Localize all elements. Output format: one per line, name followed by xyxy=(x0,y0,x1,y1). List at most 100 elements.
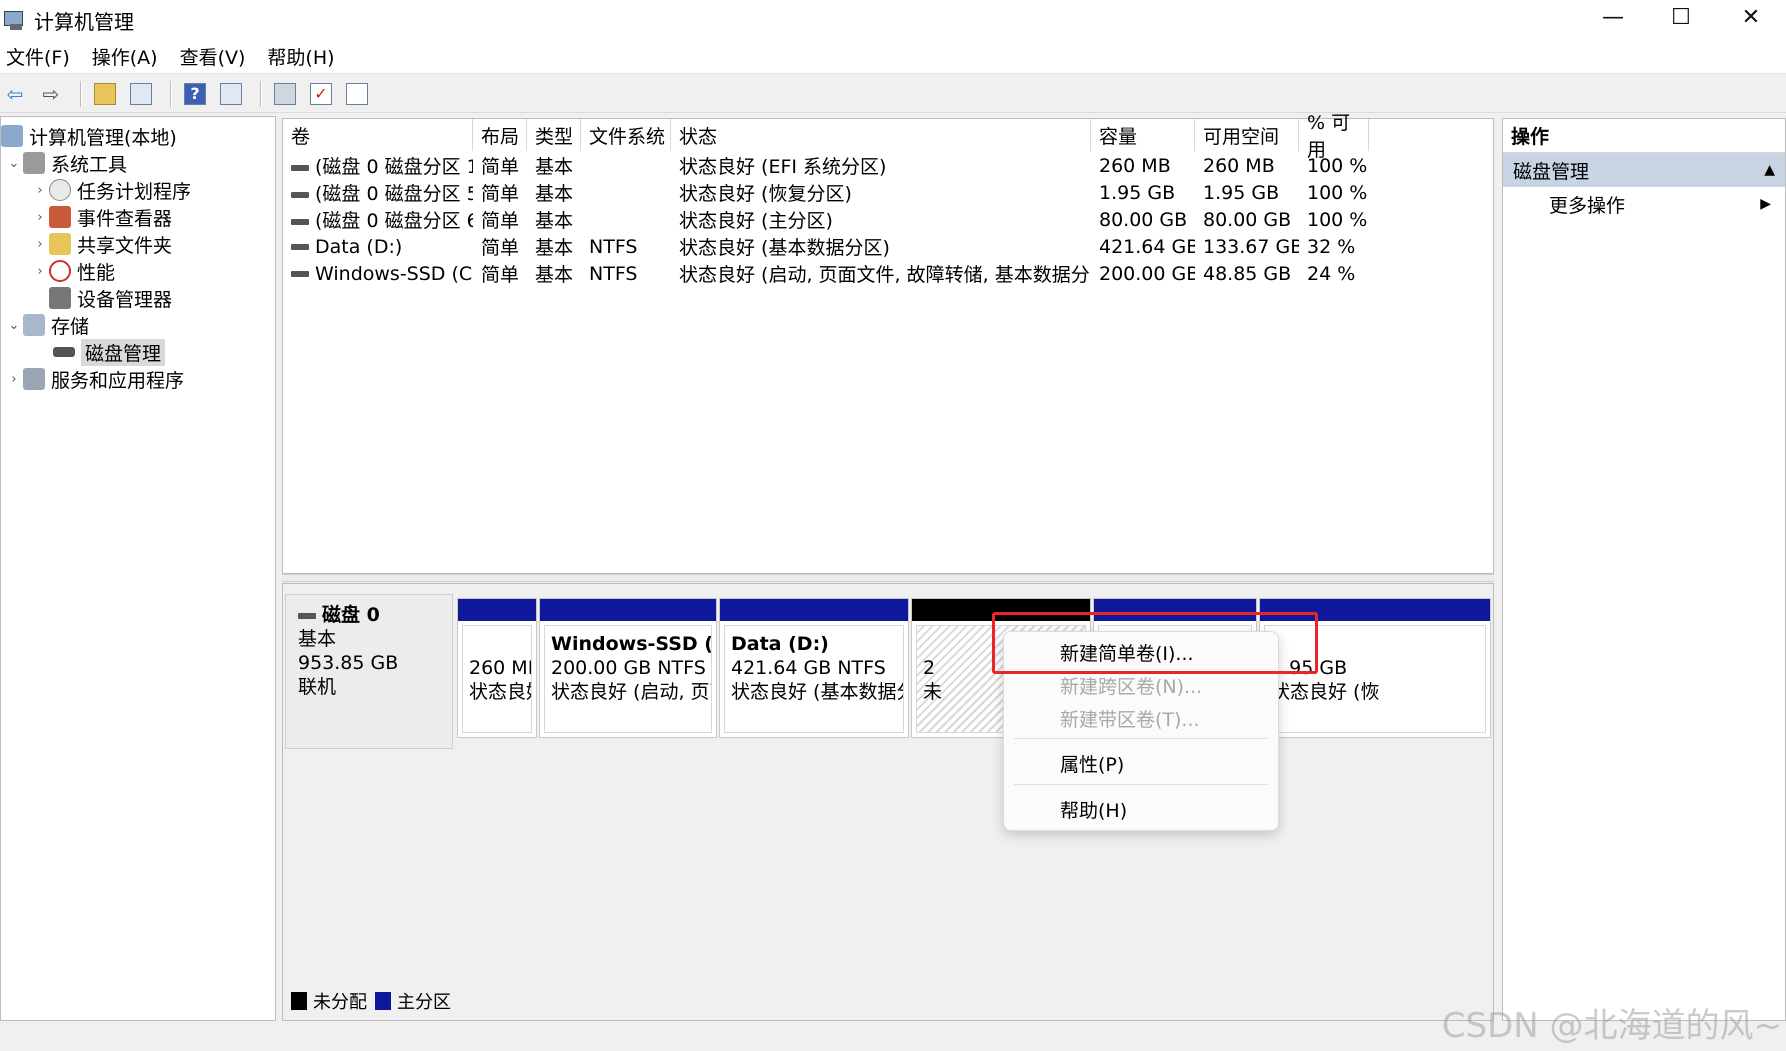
cell-text: 200.00 GB xyxy=(1099,262,1195,285)
menu-view[interactable]: 查看(V) xyxy=(174,43,252,70)
menu-action[interactable]: 操作(A) xyxy=(86,43,164,70)
tree-item-shared-folders[interactable]: › 共享文件夹 xyxy=(31,231,172,257)
tree-item-disk-management[interactable]: 磁盘管理 xyxy=(53,338,166,366)
cell-capacity: 1.95 GB xyxy=(1091,182,1195,204)
chevron-right-icon[interactable]: › xyxy=(31,210,49,225)
column-header-percent-free[interactable]: % 可用 xyxy=(1299,112,1369,161)
properties-button[interactable] xyxy=(342,79,372,109)
column-header-free-space[interactable]: 可用空间 xyxy=(1195,119,1299,151)
column-header-type[interactable]: 类型 xyxy=(527,119,581,151)
cell-volume: Data (D:) xyxy=(283,236,473,258)
disk-0-label[interactable]: 磁盘 0 基本 953.85 GB 联机 xyxy=(285,594,453,749)
minimize-button[interactable]: — xyxy=(1578,0,1648,34)
up-folder-button[interactable] xyxy=(90,79,120,109)
tree-item-performance[interactable]: › 性能 xyxy=(31,258,115,284)
check-icon: ✓ xyxy=(310,82,332,105)
menu-item-properties[interactable]: 属性(P) xyxy=(1060,749,1124,777)
cell-text: 简单 xyxy=(481,237,520,259)
chevron-right-icon[interactable]: › xyxy=(31,264,49,279)
drive-icon xyxy=(291,244,309,250)
cell-text: 100 % xyxy=(1307,181,1368,204)
table-row[interactable]: (磁盘 0 磁盘分区 6) 简单 基本 状态良好 (主分区) 80.00 GB 80.00… xyxy=(283,206,1369,233)
partition-line: 状态良好 (启动, 页面文 xyxy=(551,681,711,703)
partition-line: 200.00 GB NTFS xyxy=(551,657,706,679)
partition-line: 421.64 GB NTFS xyxy=(731,657,886,679)
table-row[interactable]: (磁盘 0 磁盘分区 1) 简单 基本 状态良好 (EFI 系统分区) 260 MB 26… xyxy=(283,152,1369,179)
cell-status: 状态良好 (基本数据分区) xyxy=(671,233,1091,260)
tree-item-label: 共享文件夹 xyxy=(77,234,173,257)
tree-item-system-tools[interactable]: ⌄ 系统工具 xyxy=(5,150,127,176)
cell-text: 基本 xyxy=(535,183,574,205)
cell-capacity: 200.00 GB xyxy=(1091,263,1195,285)
partition-type-bar xyxy=(720,599,908,621)
show-hide-action-pane-button[interactable] xyxy=(216,79,246,109)
back-icon[interactable]: ⇦ xyxy=(0,79,30,109)
cell-status: 状态良好 (EFI 系统分区) xyxy=(671,152,1091,179)
tree-item-services-apps[interactable]: › 服务和应用程序 xyxy=(5,366,184,392)
cell-text: 260 MB xyxy=(1203,154,1275,177)
menu-file[interactable]: 文件(F) xyxy=(0,43,76,70)
cell-filesystem: NTFS xyxy=(581,236,671,258)
table-row[interactable]: Data (D:) 简单 基本 NTFS 状态良好 (基本数据分区) 421.64 GB 1… xyxy=(283,233,1369,260)
cell-percent-free: 24 % xyxy=(1299,263,1369,285)
cell-text: 简单 xyxy=(481,183,520,205)
tree-item-label: 存储 xyxy=(51,315,90,338)
tree-item-task-scheduler[interactable]: › 任务计划程序 xyxy=(31,177,191,203)
cell-layout: 简单 xyxy=(473,206,527,233)
chevron-down-icon[interactable]: ⌄ xyxy=(5,156,23,171)
check-button[interactable]: ✓ xyxy=(306,79,336,109)
maximize-button[interactable]: ☐ xyxy=(1646,0,1716,34)
column-header-layout[interactable]: 布局 xyxy=(473,119,527,151)
cell-text: (磁盘 0 磁盘分区 1) xyxy=(315,156,473,178)
cell-type: 基本 xyxy=(527,233,581,260)
tree-item-device-manager[interactable]: 设备管理器 xyxy=(49,285,172,311)
clock-icon xyxy=(49,179,71,201)
forward-icon[interactable]: ⇨ xyxy=(36,79,66,109)
tree-item-storage[interactable]: ⌄ 存储 xyxy=(5,312,89,338)
legend-unallocated-label: 未分配 xyxy=(313,992,367,1013)
tree-item-label: 磁盘管理 xyxy=(81,338,166,366)
computer-icon xyxy=(1,125,23,147)
column-header-filesystem[interactable]: 文件系统 xyxy=(581,119,671,151)
table-row[interactable]: Windows-SSD (C:) 简单 基本 NTFS 状态良好 (启动, 页面文件, … xyxy=(283,260,1369,287)
cell-text: Data (D:) xyxy=(315,235,403,258)
tree-item-event-viewer[interactable]: › 事件查看器 xyxy=(31,204,172,230)
cell-capacity: 421.64 GB xyxy=(1091,236,1195,258)
cell-text: 80.00 GB xyxy=(1099,208,1188,231)
chevron-right-icon[interactable]: › xyxy=(31,237,49,252)
chevron-right-icon[interactable]: › xyxy=(5,372,23,387)
cell-text: 简单 xyxy=(481,264,520,286)
menu-help[interactable]: 帮助(H) xyxy=(261,43,340,70)
toolbar-separator xyxy=(80,80,82,107)
chevron-right-icon[interactable]: › xyxy=(31,183,49,198)
title-bar: 计算机管理 — ☐ ✕ xyxy=(0,0,1786,40)
action-section-disk-management[interactable]: 磁盘管理 ▲ xyxy=(1503,153,1785,187)
menu-item-help[interactable]: 帮助(H) xyxy=(1060,795,1127,823)
cell-capacity: 260 MB xyxy=(1091,155,1195,177)
column-header-status[interactable]: 状态 xyxy=(671,119,1091,151)
help-button[interactable]: ? xyxy=(180,79,210,109)
disk-status: 联机 xyxy=(298,676,337,698)
partition-block[interactable]: 260 MB状态良好 xyxy=(457,598,537,738)
tree-item-computer-management[interactable]: 计算机管理(本地) xyxy=(1,123,177,149)
column-header-volume[interactable]: 卷 xyxy=(283,119,473,151)
computer-management-icon xyxy=(2,8,26,32)
show-hide-tree-button[interactable] xyxy=(126,79,156,109)
toolbar-separator xyxy=(170,80,172,107)
menu-separator xyxy=(1014,784,1268,785)
tree-item-label: 服务和应用程序 xyxy=(51,369,185,392)
partition-block[interactable]: Data (D:)421.64 GB NTFS状态良好 (基本数据分区 xyxy=(719,598,909,738)
legend-primary-label: 主分区 xyxy=(397,992,451,1013)
pane-splitter[interactable] xyxy=(282,574,1494,582)
close-button[interactable]: ✕ xyxy=(1716,0,1786,34)
legend-unallocated-swatch xyxy=(291,992,307,1010)
more-actions-item[interactable]: 更多操作 ▶ xyxy=(1503,187,1785,221)
table-row[interactable]: (磁盘 0 磁盘分区 5) 简单 基本 状态良好 (恢复分区) 1.95 GB 1.95 … xyxy=(283,179,1369,206)
chevron-down-icon[interactable]: ⌄ xyxy=(5,318,23,333)
action-pane-header: 操作 xyxy=(1503,119,1785,153)
collapse-icon[interactable]: ▲ xyxy=(1764,162,1775,178)
cell-percent-free: 32 % xyxy=(1299,236,1369,258)
connect-button[interactable] xyxy=(270,79,300,109)
partition-block[interactable]: Windows-SSD (C:)200.00 GB NTFS状态良好 (启动, … xyxy=(539,598,717,738)
column-header-capacity[interactable]: 容量 xyxy=(1091,119,1195,151)
